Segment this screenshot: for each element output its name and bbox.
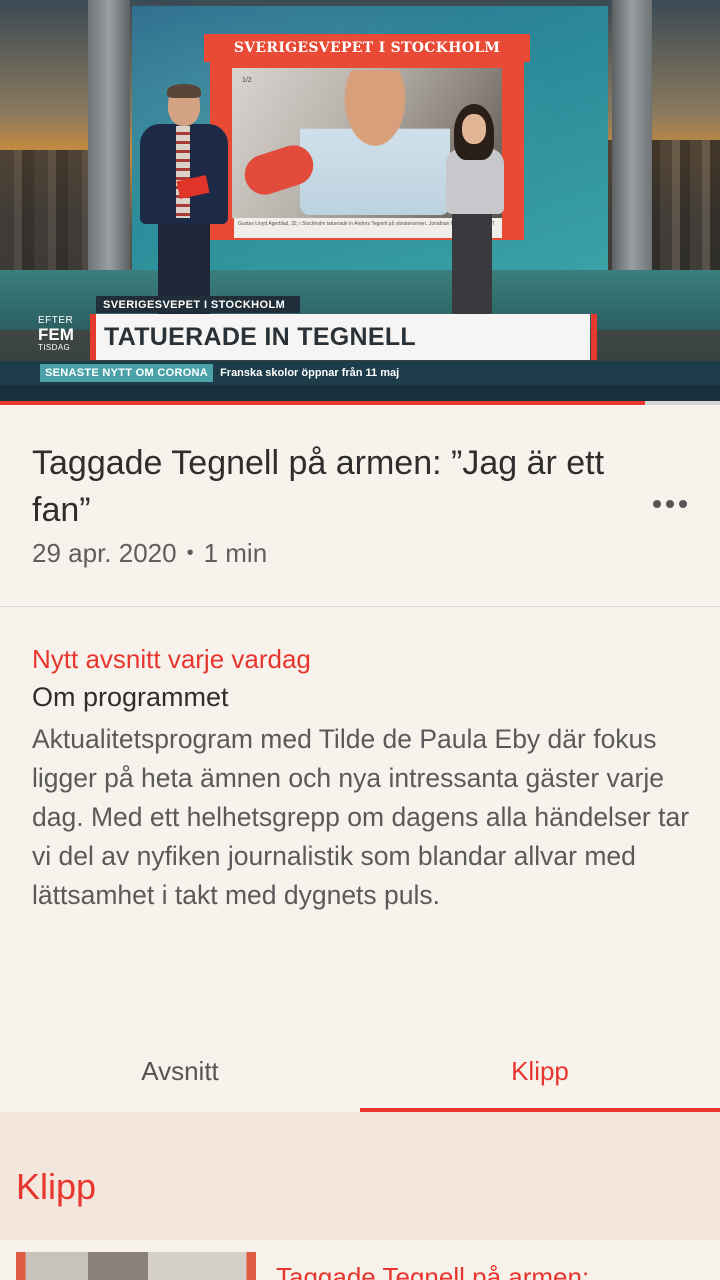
clip-thumbnail[interactable] [16, 1252, 256, 1280]
episode-title: Taggade Tegnell på armen: ”Jag är ett fa… [32, 444, 605, 529]
more-options-button[interactable] [640, 486, 700, 522]
program-description: Aktualitetsprogram med Tilde de Paula Eb… [32, 724, 690, 910]
clip-title[interactable]: Taggade Tegnell på armen: [276, 1262, 589, 1280]
ticker-text: Franska skolor öppnar från 11 maj [220, 367, 400, 379]
lower-third-kicker: SVERIGESVEPET I STOCKHOLM [96, 296, 300, 313]
lower-third-accent [591, 314, 597, 360]
studio-pillar-right [612, 0, 652, 300]
news-ticker: SENASTE NYTT OM CORONA Franska skolor öp… [0, 361, 720, 385]
episode-meta: 29 apr. 2020 • 1 min [32, 538, 267, 569]
clips-section-title: Klipp [16, 1166, 97, 1207]
meta-separator: • [186, 542, 194, 564]
show-logo-line2: FEM [38, 325, 74, 344]
tab-episodes[interactable]: Avsnitt [0, 1030, 360, 1112]
tab-clips[interactable]: Klipp [360, 1030, 720, 1112]
section-divider [0, 606, 720, 607]
lower-third-headline: TATUERADE IN TEGNELL [90, 314, 590, 360]
screen-counter: 1/2 [242, 77, 252, 84]
video-player[interactable]: Gustav Lloyd Agerblad, 32, i Stockholm t… [0, 0, 720, 405]
playback-progress-bar[interactable] [0, 401, 720, 405]
content-tabs: Avsnitt Klipp [0, 1030, 720, 1112]
screen-photo-person [300, 70, 450, 215]
episode-duration: 1 min [203, 538, 268, 568]
show-logo: EFTER FEM TISDAG [38, 316, 88, 360]
clip-list-item[interactable]: Taggade Tegnell på armen: [0, 1240, 720, 1280]
studio-pillar-left [88, 0, 130, 300]
program-schedule: Nytt avsnitt varje vardag [32, 644, 311, 674]
more-horizontal-icon [653, 500, 661, 508]
presenter-male [134, 84, 230, 316]
episode-date: 29 apr. 2020 [32, 538, 177, 568]
about-program-heading: Om programmet [32, 682, 229, 712]
ticker-tag: SENASTE NYTT OM CORONA [40, 364, 214, 382]
presenter-female [440, 104, 510, 316]
show-logo-line3: TISDAG [38, 343, 71, 352]
screen-banner: SVERIGESVEPET I STOCKHOLM [204, 34, 530, 62]
playback-progress-fill [0, 401, 646, 405]
player-bottom-bar [0, 385, 720, 401]
